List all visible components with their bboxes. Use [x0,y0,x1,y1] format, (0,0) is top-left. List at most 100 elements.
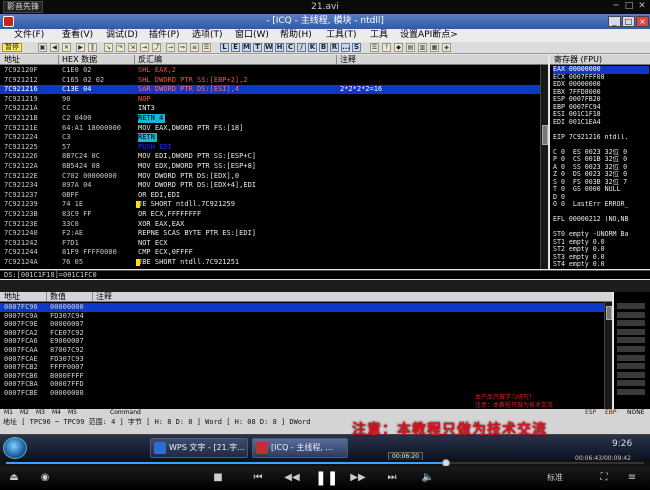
menu-set-api-bp[interactable]: 设置API断点> [400,30,458,41]
register-line[interactable]: O 0 LastErr ERROR_ [553,201,649,209]
extra3-icon[interactable]: ▦ [430,43,439,52]
patches-window-button[interactable]: / [297,43,306,52]
stack-scrollbar[interactable] [604,302,612,409]
stack-row[interactable]: 0007FCA6 E9000007 [0,337,604,346]
goto2-icon[interactable]: ⇒ [178,43,187,52]
col-stack-comment[interactable]: 注释 [96,292,112,301]
tab-m1[interactable]: M1 [4,409,13,417]
disasm-row[interactable]: 7C92122A 8B5424 08 MOV EDX,DWORD PTR SS:[E… [0,162,540,171]
register-line[interactable]: ECX 0007FFF00 [553,74,649,82]
disasm-row[interactable]: 7C921244 81F9 FFFF0000 CMP ECX,0FFFF [0,248,540,257]
command-label[interactable]: Command [110,409,141,417]
taskbar-item-wps[interactable]: WPS 文字 - [21.字... [150,438,248,458]
disasm-row[interactable]: 7C921237 0BFF OR EDI,EDI [0,191,540,200]
dbg-minimize-icon[interactable]: _ [608,16,621,27]
disasm-row[interactable]: 7C92123E 33C0 XOR EAX,EAX [0,220,540,229]
step-over-icon[interactable]: ↷ [116,43,125,52]
clock[interactable]: 9:26 [612,439,632,449]
col-stack-address[interactable]: 地址 [4,292,20,301]
fullscreen-icon[interactable]: ⛶ [596,471,612,485]
disasm-row[interactable]: 7C921224 C3 RETN [0,133,540,143]
maximize-button[interactable]: □ [623,1,635,12]
menu-options[interactable]: 选项(T) [192,30,223,41]
tab-m3[interactable]: M3 [36,409,45,417]
menu-tools[interactable]: 工具(T) [326,30,357,41]
register-line[interactable]: ST3 empty 0.0 [553,254,649,262]
memory-window-button[interactable]: M [242,43,251,52]
tab-m5[interactable]: M5 [68,409,77,417]
eye-icon[interactable]: ◉ [36,471,54,485]
previous-icon[interactable]: ⏮ [250,471,266,485]
play-pause-icon[interactable]: ❚❚ [315,471,338,485]
register-line[interactable]: ESI 001C1F18 [553,111,649,119]
disasm-row[interactable]: 7C921219 90 NOP [0,95,540,104]
rewind-icon[interactable]: ◀ [50,43,59,52]
plugin-icon[interactable]: ◆ [394,43,403,52]
tab-m4[interactable]: M4 [52,409,61,417]
menu-icon[interactable]: ≡ [624,471,640,485]
extra2-icon[interactable]: ▥ [418,43,427,52]
register-line[interactable]: A 0 SS 0023 32位 0 [553,164,649,172]
disasm-row[interactable]: 7C921234 897A 04 MOV DWORD PTR DS:[EDX+4],… [0,181,540,190]
menu-file[interactable]: 文件(F) [14,30,44,41]
disasm-row[interactable]: 7C921242 F7D1 NOT ECX [0,239,540,248]
disasm-row[interactable]: 7C92124A 76 05 JBE SHORT ntdll.7C921251 [0,258,540,267]
pane-splitter[interactable] [0,280,650,292]
open-file-icon[interactable]: ⏏ [6,471,22,485]
register-line[interactable]: ST2 empty 0.0 [553,246,649,254]
menu-view[interactable]: 查看(V) [62,30,93,41]
list-icon[interactable]: ☰ [202,43,211,52]
stack-row[interactable]: 0007FCBA 00007FFD [0,380,604,389]
close-proc-icon[interactable]: ✕ [62,43,71,52]
log-window-button[interactable]: L [220,43,229,52]
disasm-row[interactable]: 7C921239 74 1E JE SHORT ntdll.7C921259 [0,200,540,209]
col-hex[interactable]: HEX 数据 [62,55,97,64]
col-disasm[interactable]: 反汇编 [138,55,162,64]
mode-label[interactable]: 标准 [540,471,570,485]
stack-row[interactable]: 0007FC9A FD307C94 [0,312,604,321]
disasm-row[interactable]: 7C92120F C1E0 02 SHL EAX,2 [0,66,540,75]
forward-icon[interactable]: ▶▶ [350,471,366,485]
register-line[interactable]: T 0 GS 0000 NULL [553,186,649,194]
modules-window-button[interactable]: E [231,43,240,52]
stack-row[interactable]: 0007FCA2 FCE07C92 [0,329,604,338]
disasm-row[interactable]: 7C92123B 83C9 FF OR ECX,FFFFFFFF [0,210,540,219]
disasm-row[interactable]: 7C921225 57 PUSH EDI [0,143,540,152]
windows-window-button[interactable]: W [264,43,273,52]
step-into-icon[interactable]: ↘ [104,43,113,52]
trace-into-icon[interactable]: ⇲ [128,43,137,52]
disasm-row[interactable]: 7C92121E 64:A1 18000000 MOV EAX,DWORD PTR … [0,124,540,133]
register-line[interactable]: EBP 0007FC94 [553,104,649,112]
register-line[interactable]: S 0 FS 003B 32位 7 [553,179,649,187]
disasm-row[interactable]: 7C921216 C13E 04 SAR DWORD PTR DS:[ESI],4 2… [0,85,540,95]
minimize-button[interactable]: ─ [610,1,622,12]
register-line[interactable]: EAX 00000000 [553,66,649,74]
menu-debug[interactable]: 调试(D) [106,30,138,41]
menu-help[interactable]: 帮助(H) [280,30,312,41]
trace-over-icon[interactable]: ⇥ [140,43,149,52]
stack-pane[interactable]: 地址 数值 注释 0007FC96 00000000 0007FC9A FD307C9… [0,292,612,409]
register-line[interactable]: ST0 empty -UNORM Ba [553,231,649,239]
rewind-icon[interactable]: ◀◀ [284,471,300,485]
references-window-button[interactable]: R [330,43,339,52]
exec-till-return-icon[interactable]: ⤴ [152,43,161,52]
tab-m2[interactable]: M2 [20,409,29,417]
stack-row[interactable]: 0007FCAE FD307C93 [0,355,604,364]
taskbar-item-debugger[interactable]: [ICQ - 主线程, ... [252,438,348,458]
col-address[interactable]: 地址 [4,55,20,64]
register-line[interactable]: ST1 empty 0.0 [553,239,649,247]
volume-icon[interactable]: 🔈 [420,471,436,485]
handles-window-button[interactable]: H [275,43,284,52]
register-line[interactable]: EDX 00000000 [553,81,649,89]
goto-icon[interactable]: → [166,43,175,52]
close-button[interactable]: ✕ [636,1,648,12]
stack-row[interactable]: 0007FC96 00000000 [0,303,604,312]
menu-tools2[interactable]: 工具 [370,30,388,41]
mark-icon[interactable]: ≡ [190,43,199,52]
extra-icon[interactable]: ▤ [406,43,415,52]
disasm-row[interactable]: 7C921212 C165 02 02 SHL DWORD PTR SS:[EBP+… [0,76,540,85]
register-line[interactable]: ST4 empty 0.0 [553,261,649,269]
register-line[interactable]: EIP 7C921216 ntdll. [553,134,649,142]
register-line[interactable]: ESP 0007FB20 [553,96,649,104]
dbg-close-icon[interactable]: × [636,16,649,27]
